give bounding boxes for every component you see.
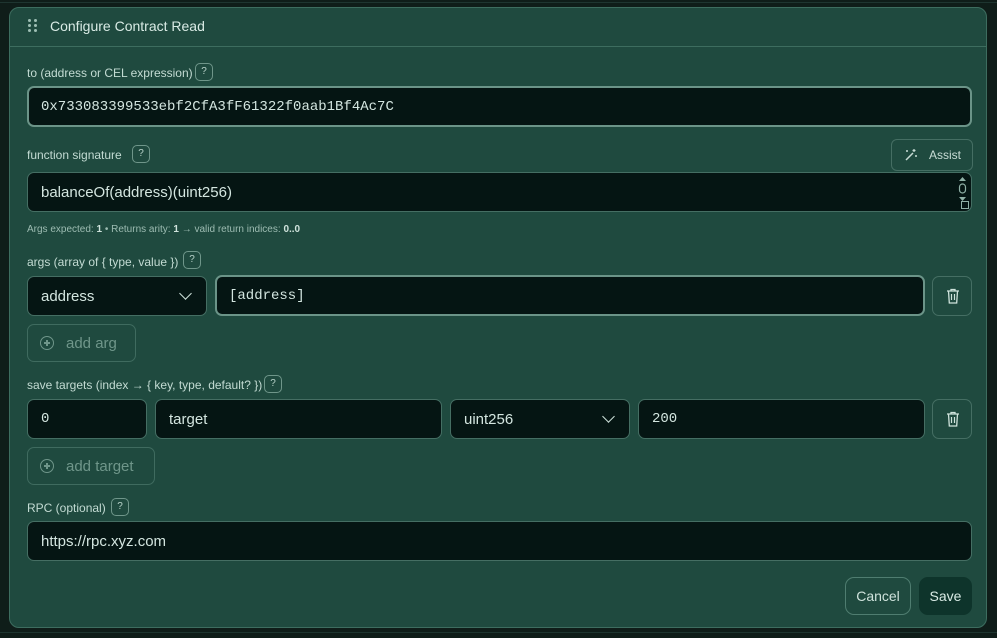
function-signature-help-icon[interactable]: ?: [132, 145, 150, 163]
assist-label: Assist: [929, 148, 962, 162]
save-targets-label: save targets (index → { key, type, defau…: [27, 378, 263, 392]
assist-button[interactable]: Assist: [891, 139, 973, 171]
target-index-value: 0: [41, 411, 50, 427]
textarea-resize-handle[interactable]: [961, 201, 969, 209]
chevron-down-icon: [179, 287, 192, 300]
target-key-input[interactable]: target: [155, 399, 442, 439]
arg-type-select[interactable]: address: [27, 276, 207, 316]
target-type-select[interactable]: uint256: [450, 399, 630, 439]
target-index-input[interactable]: 0: [27, 399, 147, 439]
to-label: to (address or CEL expression): [27, 66, 193, 80]
add-target-button[interactable]: add target: [27, 447, 155, 485]
function-signature-textarea[interactable]: balanceOf(address)(uint256): [27, 172, 972, 212]
textarea-scrollbar[interactable]: [958, 176, 967, 202]
configure-contract-read-dialog: Configure Contract Read to (address or C…: [9, 7, 987, 628]
target-default-value: 200: [652, 411, 678, 427]
trash-icon: [947, 411, 959, 427]
args-help-icon[interactable]: ?: [183, 251, 201, 269]
target-default-input[interactable]: 200: [638, 399, 925, 439]
function-signature-label: function signature: [27, 148, 122, 162]
background-divider: [0, 2, 997, 3]
plus-circle-icon: [40, 459, 54, 473]
drag-handle-icon[interactable]: [28, 19, 38, 33]
add-target-label: add target: [66, 457, 134, 475]
delete-arg-button[interactable]: [932, 276, 972, 316]
plus-circle-icon: [40, 336, 54, 350]
to-help-icon[interactable]: ?: [195, 63, 213, 81]
delete-target-button[interactable]: [932, 399, 972, 439]
rpc-value: https://rpc.xyz.com: [41, 532, 167, 550]
arg-value: [address]: [229, 287, 305, 304]
function-signature-value: balanceOf(address)(uint256): [41, 183, 232, 201]
rpc-help-icon[interactable]: ?: [111, 498, 129, 516]
background-divider: [0, 632, 997, 633]
trash-icon: [947, 288, 959, 304]
rpc-label: RPC (optional): [27, 501, 106, 515]
save-button[interactable]: Save: [919, 577, 972, 615]
target-key-value: target: [169, 410, 208, 428]
to-address-value: 0x733083399533ebf2CfA3fF61322f0aab1Bf4Ac…: [41, 98, 394, 115]
rpc-input[interactable]: https://rpc.xyz.com: [27, 521, 972, 561]
dialog-header: Configure Contract Read: [10, 8, 986, 47]
target-type-value: uint256: [464, 410, 514, 428]
add-arg-button[interactable]: add arg: [27, 324, 136, 362]
cancel-button[interactable]: Cancel: [845, 577, 911, 615]
to-address-input[interactable]: 0x733083399533ebf2CfA3fF61322f0aab1Bf4Ac…: [27, 86, 972, 127]
arg-type-value: address: [41, 287, 95, 305]
add-arg-label: add arg: [66, 334, 117, 352]
function-signature-hint: Args expected: 1 • Returns arity: 1 → va…: [27, 224, 301, 235]
arg-value-input[interactable]: [address]: [215, 275, 925, 316]
dialog-title: Configure Contract Read: [50, 18, 205, 34]
args-label: args (array of { type, value }): [27, 255, 179, 269]
magic-wand-icon: [905, 149, 917, 161]
chevron-down-icon: [602, 410, 615, 423]
save-targets-help-icon[interactable]: ?: [264, 375, 282, 393]
